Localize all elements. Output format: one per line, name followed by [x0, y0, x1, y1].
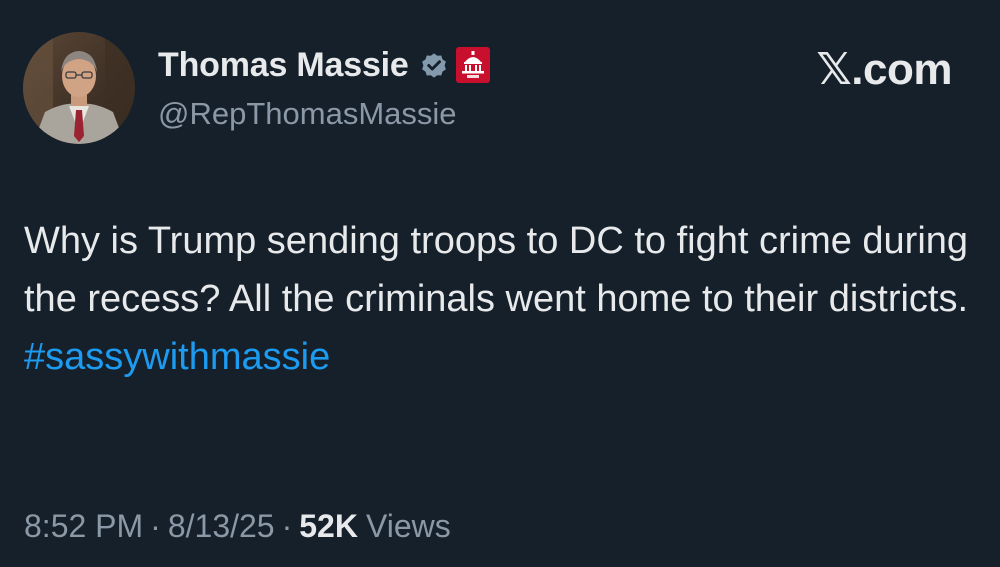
tweet-date[interactable]: 8/13/25 [168, 508, 275, 544]
views-label[interactable]: Views [366, 508, 451, 544]
author-avatar[interactable] [23, 32, 135, 144]
tweet-card: Thomas Massie @RepThomasMassie 𝕏.com Why… [0, 0, 1000, 567]
avatar-photo [23, 32, 135, 144]
tweet-time[interactable]: 8:52 PM [24, 508, 143, 544]
verified-badge-icon[interactable] [419, 50, 449, 80]
meta-separator: · [281, 508, 293, 544]
author-display-name[interactable]: Thomas Massie [158, 46, 409, 85]
author-handle[interactable]: @RepThomasMassie [158, 96, 490, 132]
tweet-body: Why is Trump sending troops to DC to fig… [24, 212, 984, 386]
views-count[interactable]: 52K [299, 508, 358, 544]
x-com-logo: 𝕏.com [816, 45, 952, 94]
author-identity: Thomas Massie @RepThomasMassie [158, 42, 490, 132]
meta-separator: · [150, 508, 161, 544]
capitol-gop-badge-icon[interactable] [455, 47, 490, 83]
tweet-text: Why is Trump sending troops to DC to fig… [24, 220, 969, 320]
hashtag-link[interactable]: #sassywithmassie [24, 328, 984, 386]
tweet-meta: 8:52 PM · 8/13/25 · 52K Views [24, 508, 451, 545]
author-name-row: Thomas Massie [158, 42, 490, 88]
